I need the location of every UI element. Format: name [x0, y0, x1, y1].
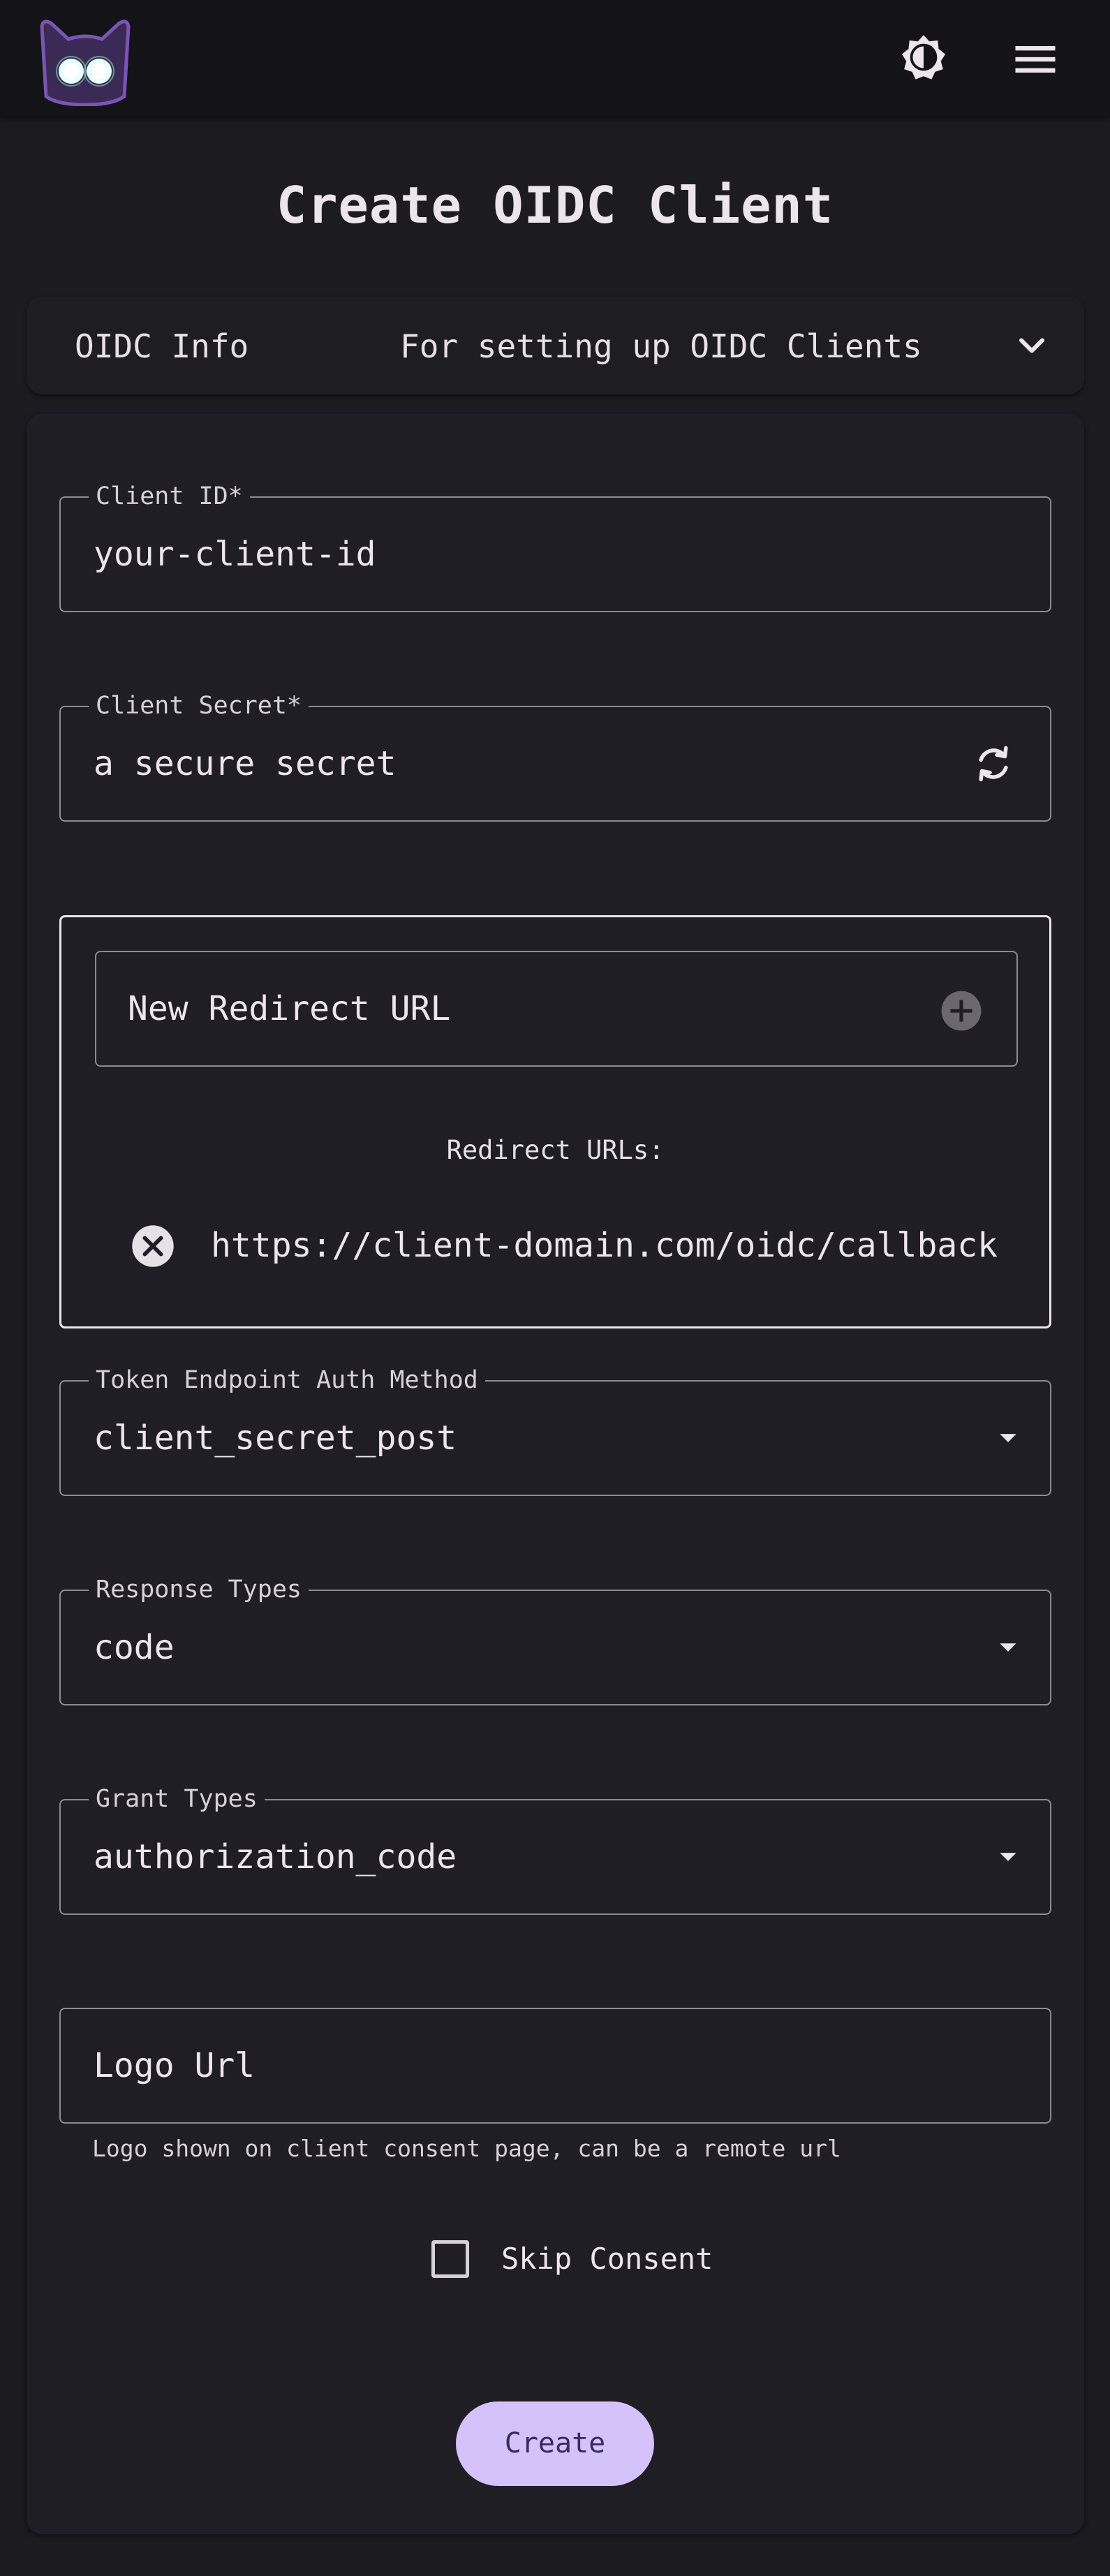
dropdown-arrow-icon[interactable]	[994, 1843, 1022, 1871]
new-redirect-url-input[interactable]: New Redirect URL	[95, 951, 1018, 1067]
oidc-info-panel[interactable]: OIDC Info For setting up OIDC Clients	[27, 297, 1084, 394]
client-secret-field[interactable]: Client Secret* a secure secret	[59, 692, 1051, 822]
response-types-value: code	[94, 1628, 175, 1667]
info-panel-title: OIDC Info	[75, 327, 249, 365]
redirect-url-item: https://client-domain.com/oidc/callback	[61, 1211, 1049, 1280]
new-redirect-url-placeholder: New Redirect URL	[128, 989, 451, 1028]
logo-url-input[interactable]: Logo Url	[59, 2008, 1051, 2124]
client-id-field[interactable]: Client ID* your-client-id	[59, 482, 1051, 612]
grant-types-select[interactable]: Grant Types authorization_code	[59, 1785, 1051, 1915]
skip-consent-checkbox[interactable]	[431, 2240, 469, 2278]
redirect-url-text: https://client-domain.com/oidc/callback	[211, 1226, 998, 1265]
cat-logo-icon[interactable]	[36, 13, 134, 107]
info-panel-subtitle: For setting up OIDC Clients	[400, 327, 922, 365]
dropdown-arrow-icon[interactable]	[994, 1634, 1022, 1661]
chevron-down-icon[interactable]	[1011, 325, 1053, 367]
skip-consent-row: Skip Consent	[0, 2234, 1110, 2283]
response-types-select[interactable]: Response Types code	[59, 1576, 1051, 1705]
redirect-urls-heading: Redirect URLs:	[446, 1135, 665, 1165]
cancel-circle-icon[interactable]	[131, 1224, 175, 1268]
skip-consent-label[interactable]: Skip Consent	[501, 2234, 713, 2284]
grant-types-value: authorization_code	[94, 1837, 457, 1877]
client-secret-value[interactable]: a secure secret	[94, 707, 396, 820]
brightness-toggle-icon[interactable]	[897, 31, 950, 84]
dropdown-arrow-icon[interactable]	[994, 1424, 1022, 1452]
app-bar	[0, 0, 1110, 117]
page-title: Create OIDC Client	[276, 176, 834, 235]
logo-url-helper-text: Logo shown on client consent page, can b…	[92, 2135, 841, 2162]
client-id-value[interactable]: your-client-id	[94, 498, 376, 611]
token-auth-method-value: client_secret_post	[94, 1419, 457, 1458]
token-auth-method-select[interactable]: Token Endpoint Auth Method client_secret…	[59, 1366, 1051, 1496]
refresh-icon[interactable]	[970, 741, 1016, 787]
logo-url-placeholder: Logo Url	[94, 2046, 256, 2085]
create-button[interactable]: Create	[456, 2401, 654, 2486]
redirect-urls-section: New Redirect URL Redirect URLs: https://…	[59, 915, 1051, 1328]
hamburger-menu-icon[interactable]	[1009, 33, 1062, 86]
add-circle-icon[interactable]	[940, 989, 983, 1032]
